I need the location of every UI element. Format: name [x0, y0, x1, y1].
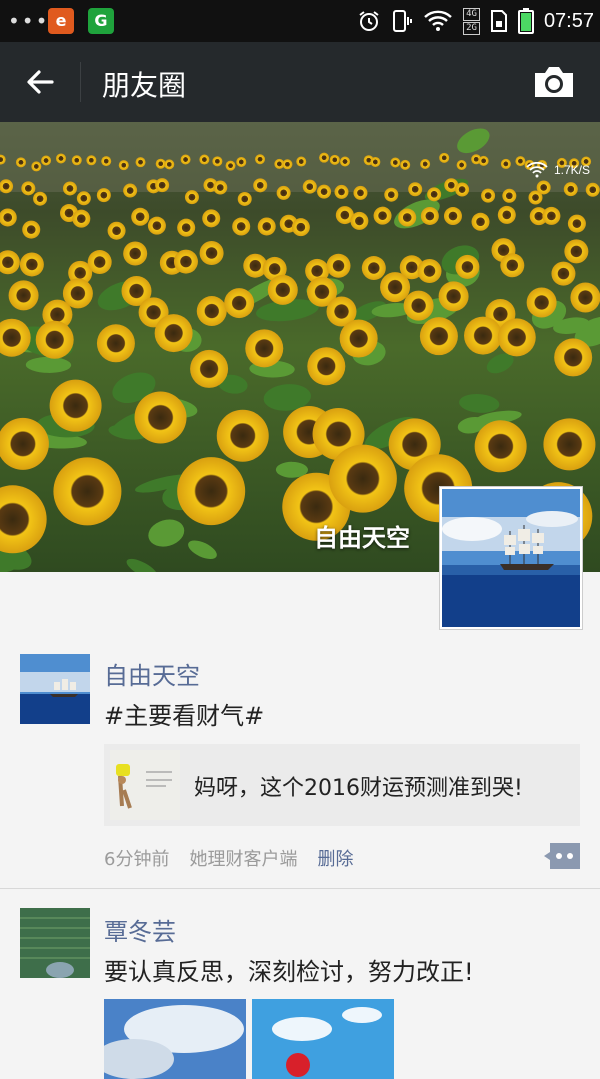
water-image — [20, 908, 90, 978]
post-source[interactable]: 她理财客户端 — [189, 845, 297, 871]
app-notification-icon: e — [48, 8, 74, 34]
post-text: #主要看财气# — [104, 702, 265, 730]
post-author[interactable]: 覃冬芸 — [104, 912, 176, 947]
clock: 07:57 — [543, 9, 594, 32]
title-bar: 朋友圈 — [0, 42, 600, 122]
sim-icon — [490, 10, 507, 32]
net-speed-label: 1.7K/S — [553, 163, 590, 177]
battery-icon — [517, 8, 534, 34]
network-type-label: 2G — [463, 21, 480, 35]
wifi-icon — [526, 162, 548, 178]
net-speed-indicator: 1.7K/S — [526, 162, 590, 178]
link-title: 妈呀，这个2016财运预测准到哭! — [194, 776, 523, 801]
camera-icon[interactable] — [532, 64, 576, 100]
overflow-dots-icon: ••• — [8, 9, 50, 33]
link-thumbnail — [110, 750, 180, 820]
sailing-ship-image — [442, 489, 580, 627]
profile-avatar[interactable] — [440, 487, 582, 629]
post-avatar[interactable] — [20, 908, 90, 978]
app-notification-icon: G — [88, 8, 114, 34]
comment-menu-icon[interactable] — [544, 843, 580, 869]
network-type-label: 4G — [463, 7, 480, 21]
status-bar: ••• e G 4G 2G 07:57 — [0, 0, 600, 42]
post-photo[interactable] — [252, 999, 394, 1079]
back-arrow-icon[interactable] — [20, 62, 60, 102]
delete-button[interactable]: 删除 — [317, 845, 353, 871]
alarm-icon — [359, 11, 379, 31]
phone-vibrate-icon — [393, 10, 413, 32]
post-meta: 6分钟前 她理财客户端 删除 — [104, 845, 353, 871]
wifi-icon — [424, 10, 452, 31]
post-author[interactable]: 自由天空 — [104, 656, 200, 691]
title-divider — [80, 62, 81, 102]
post-time: 6分钟前 — [104, 849, 170, 870]
cover-user-name: 自由天空 — [314, 524, 410, 552]
post-avatar[interactable] — [20, 654, 90, 724]
post-divider — [0, 888, 600, 889]
shared-link-card[interactable]: 妈呀，这个2016财运预测准到哭! — [104, 744, 580, 826]
post-photo[interactable] — [104, 999, 246, 1079]
post-text: 要认真反思，深刻检讨，努力改正! — [104, 958, 474, 986]
sailing-ship-image — [20, 654, 90, 724]
page-title: 朋友圈 — [102, 69, 187, 102]
